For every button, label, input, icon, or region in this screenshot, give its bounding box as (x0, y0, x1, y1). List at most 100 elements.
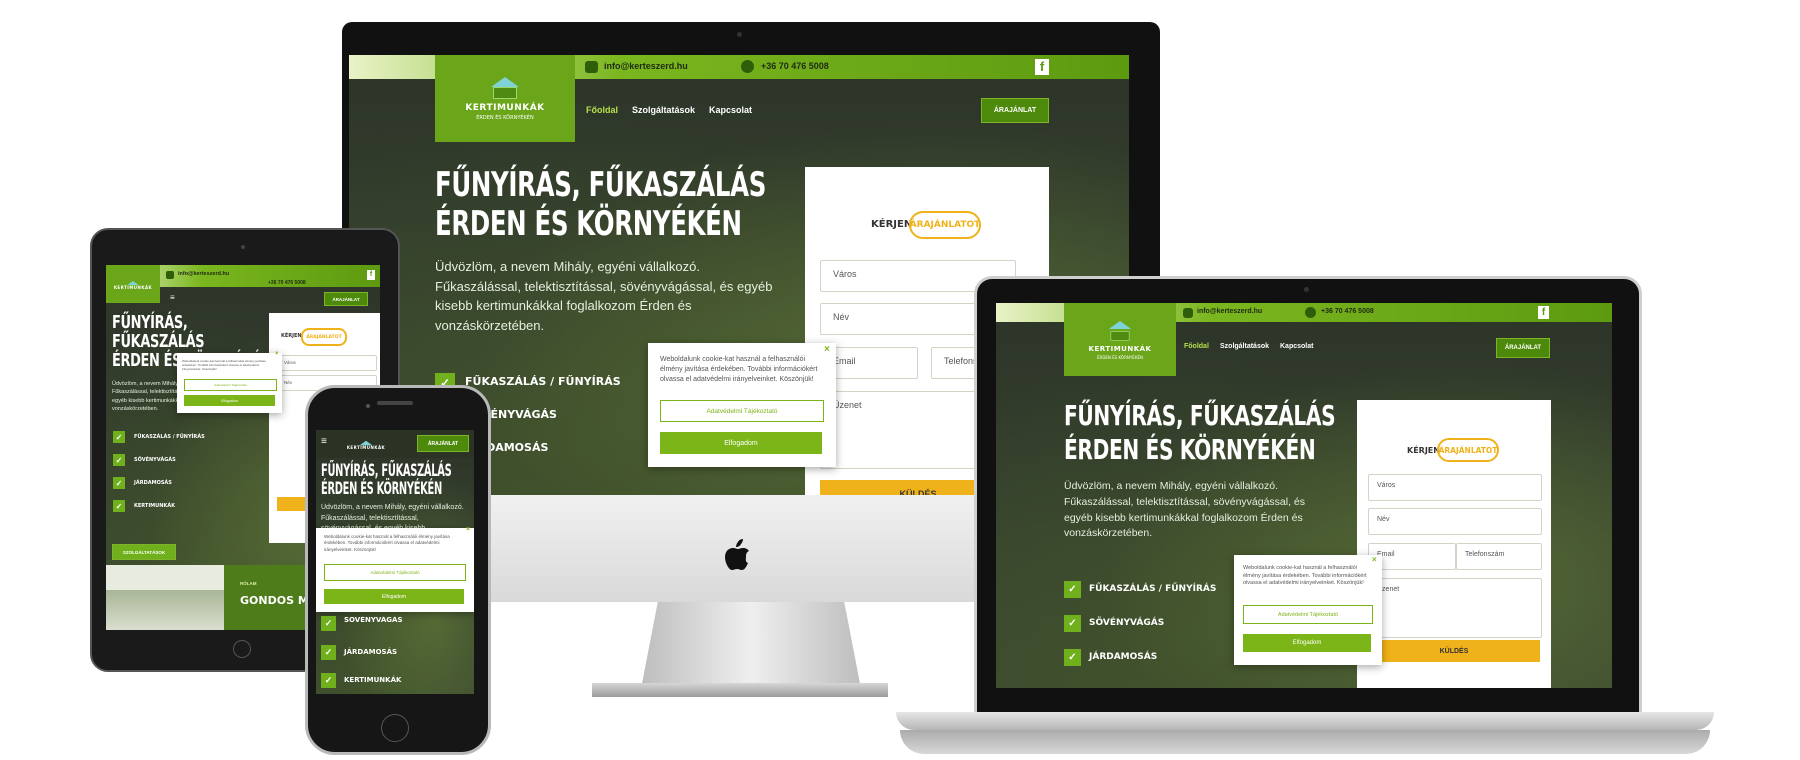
quote-heading-highlight: ÁRAJÁNLATOT (909, 211, 981, 239)
city-field[interactable]: Város (1368, 474, 1542, 501)
message-field[interactable]: Üzenet (1368, 578, 1542, 638)
cookie-accept-button[interactable]: Elfogadom (324, 589, 464, 604)
check-icon: ✓ (321, 616, 336, 631)
nav-home[interactable]: Főoldal (586, 105, 618, 115)
check-icon: ✓ (1064, 649, 1081, 666)
imac-base (592, 683, 888, 697)
quote-heading-highlight: ÁRAJÁNLATOT (1437, 438, 1499, 462)
cookie-close-button[interactable]: × (466, 526, 470, 533)
phone-camera (366, 404, 370, 408)
logo-title: KERTIMUNKÁK (113, 285, 153, 290)
quote-button[interactable]: ÁRAJÁNLAT (417, 435, 469, 452)
site-logo[interactable]: KERTIMUNKÁK (338, 430, 394, 458)
nav-services[interactable]: Szolgáltatások (1220, 343, 1269, 350)
logo-roof-icon (127, 281, 139, 285)
check-icon: ✓ (113, 431, 125, 443)
nav-contact[interactable]: Kapcsolat (1280, 343, 1313, 350)
facebook-icon[interactable]: f (1538, 306, 1549, 319)
phone-link[interactable]: +36 70 476 5008 (268, 280, 306, 286)
logo-title: KERTIMUNKÁK (1088, 344, 1152, 353)
cookie-accept-button[interactable]: Elfogadom (184, 395, 275, 406)
cookie-close-button[interactable]: × (824, 344, 830, 355)
cookie-banner: × Weboldalunk cookie-kat használ a felha… (316, 526, 474, 612)
imac-camera (737, 32, 742, 37)
logo-title: KERTIMUNKÁK (346, 445, 386, 450)
hero-intro: Üdvözlöm, a nevem Mihály, egyéni vállalk… (435, 259, 773, 333)
service-garden: KERTIMUNKÁK (344, 676, 402, 684)
cookie-privacy-button[interactable]: Adatvédelmi Tájékoztató (1243, 605, 1373, 624)
hero-title-line1: FŰNYÍRÁS, FŰKASZÁLÁS (1064, 399, 1336, 432)
about-label: RÓLAM (240, 581, 257, 586)
service-mowing: FŰKASZÁLÁS / FŰNYÍRÁS (465, 375, 621, 388)
cookie-accept-button[interactable]: Elfogadom (1243, 634, 1371, 652)
logo-roof-icon (359, 440, 373, 446)
check-icon: ✓ (321, 673, 336, 688)
email-link[interactable]: info@kerteszerd.hu (1197, 308, 1262, 315)
cookie-text: Weboldalunk cookie-kat használ a felhasz… (660, 356, 818, 383)
check-icon: ✓ (113, 477, 125, 489)
service-hedge: SÖVÉNYVÁGÁS (1089, 618, 1165, 628)
quote-form: KÉRJEN ÁRAJÁNLATOT Város Név Email Telef… (1357, 400, 1551, 688)
imac-stand (640, 602, 862, 694)
cookie-accept-button[interactable]: Elfogadom (660, 432, 822, 454)
laptop-screen: info@kerteszerd.hu +36 70 476 5008 f KER… (996, 303, 1612, 688)
city-field[interactable]: Város (277, 355, 377, 371)
nav-home[interactable]: Főoldal (1184, 343, 1209, 350)
cookie-privacy-button[interactable]: Adatvédelmi Tájékoztató (660, 400, 824, 422)
quote-heading-word: KÉRJEN (281, 333, 302, 339)
logo-roof-icon (1108, 320, 1132, 329)
cookie-banner: × Weboldalunk cookie-kat használ a felha… (648, 343, 836, 467)
service-hedge: SÖVÉNYVÁGÁS (134, 457, 176, 463)
phone-link[interactable]: +36 70 476 5008 (761, 61, 829, 71)
name-field[interactable]: Név (1368, 508, 1542, 535)
cookie-text: Weboldalunk cookie-kat használ a felhasz… (1243, 565, 1367, 587)
facebook-icon[interactable]: f (367, 270, 375, 280)
phone-screen: ≡ KERTIMUNKÁK ÁRAJÁNLAT FŰNYÍRÁS, FŰKASZ… (316, 430, 474, 694)
email-link[interactable]: info@kerteszerd.hu (604, 61, 688, 71)
quote-button[interactable]: ÁRAJÁNLAT (324, 292, 368, 306)
services-button[interactable]: SZOLGÁLTATÁSOK (112, 544, 176, 560)
hero-intro: Üdvözlöm, a nevem Mihály, egyéni vállalk… (321, 504, 464, 531)
phone-icon (1305, 307, 1316, 318)
phone-home-button[interactable] (381, 714, 409, 742)
logo-house-icon (1110, 330, 1130, 341)
nav-contact[interactable]: Kapcsolat (709, 105, 752, 115)
quote-button[interactable]: ÁRAJÁNLAT (981, 98, 1049, 123)
menu-icon[interactable]: ≡ (321, 436, 327, 447)
laptop-base-shadow (900, 730, 1710, 754)
hero-title-line1: FŰNYÍRÁS, FŰKASZÁLÁS (321, 461, 452, 481)
cookie-privacy-button[interactable]: Adatvédelmi Tájékoztató (324, 564, 466, 581)
phone-field[interactable]: Telefonszám (1456, 543, 1542, 570)
site-logo[interactable]: KERTIMUNKÁK ÉRDEN ÉS KÖRNYÉKÉN (435, 55, 575, 142)
menu-icon[interactable]: ≡ (170, 293, 175, 302)
tablet-camera (241, 245, 245, 249)
cookie-close-button[interactable]: × (1372, 555, 1377, 564)
nav-services[interactable]: Szolgáltatások (632, 105, 695, 115)
mail-icon (585, 61, 598, 73)
laptop-base (896, 712, 1714, 730)
hero-intro: Üdvözlöm, a nevem Mihály, egyéni vállalk… (1064, 480, 1306, 540)
site-logo[interactable]: KERTIMUNKÁK (106, 265, 160, 303)
email-link[interactable]: info@kerteszerd.hu (178, 271, 229, 277)
check-icon: ✓ (113, 454, 125, 466)
logo-house-icon (493, 86, 517, 99)
tablet-home-button[interactable] (233, 640, 251, 658)
cookie-banner: × Weboldalunk cookie-kat használ a felha… (177, 351, 282, 413)
cookie-close-button[interactable]: × (275, 351, 279, 357)
quote-heading-word: KÉRJEN (871, 219, 913, 230)
cookie-privacy-button[interactable]: Adatvédelmi Tájékoztató (184, 379, 277, 391)
send-button[interactable]: KÜLDÉS (1368, 640, 1540, 662)
site-logo[interactable]: KERTIMUNKÁK ÉRDEN ÉS KÖRNYÉKÉN (1064, 303, 1176, 376)
check-icon: ✓ (113, 500, 125, 512)
laptop-camera (1304, 287, 1309, 292)
logo-title: KERTIMUNKÁK (465, 102, 545, 113)
cookie-banner: × Weboldalunk cookie-kat használ a felha… (1234, 555, 1382, 665)
apple-logo-icon (722, 538, 752, 572)
hero-title-line2: ÉRDEN ÉS KÖRNYÉKÉN (321, 479, 442, 499)
service-pavement: JÁRDAMOSÁS (1089, 652, 1158, 662)
phone-link[interactable]: +36 70 476 5008 (1321, 308, 1374, 315)
logo-subtitle: ÉRDEN ÉS KÖRNYÉKÉN (1097, 354, 1143, 360)
cookie-text: Weboldalunk cookie-kat használ a felhasz… (182, 359, 266, 372)
facebook-icon[interactable]: f (1035, 59, 1049, 75)
quote-button[interactable]: ÁRAJÁNLAT (1496, 338, 1550, 358)
